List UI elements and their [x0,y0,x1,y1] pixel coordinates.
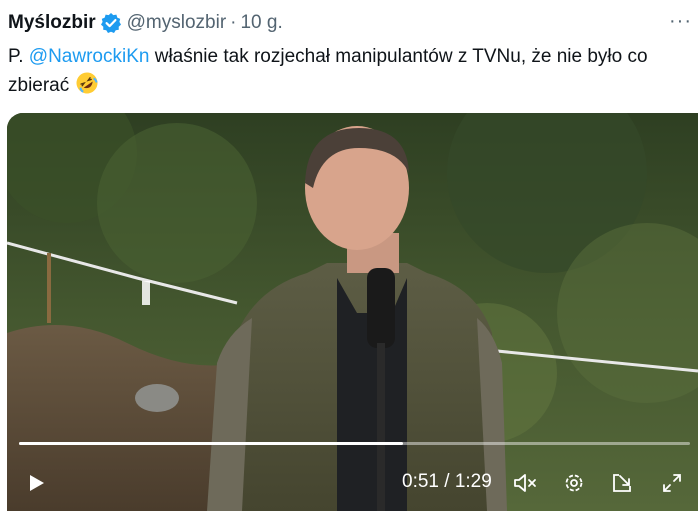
video-timecode: 0:51 / 1:29 [402,471,492,493]
author-handle[interactable]: @myslozbir [127,12,227,34]
tweet-time[interactable]: 10 g. [240,12,282,34]
video-controls: 0:51 / 1:29 [7,466,698,500]
mention-link[interactable]: @NawrockiKn [29,46,150,67]
settings-icon [565,474,583,492]
tweet-text: P. @NawrockiKn właśnie tak rozjechał man… [8,42,698,100]
fullscreen-icon [663,474,681,492]
time-separator: / [438,471,455,492]
rolling-on-floor-laughing-icon [75,71,99,95]
author-name[interactable]: Myślozbir [8,12,96,34]
popout-icon [613,474,631,492]
separator-dot: · [230,12,237,33]
fullscreen-button[interactable] [655,466,689,500]
video-frame [7,113,698,511]
volume-muted-icon [514,474,536,492]
mute-button[interactable] [509,466,543,500]
progress-bar[interactable] [19,442,690,445]
tweet-text-prefix: P. [8,46,29,67]
popout-button[interactable] [605,466,639,500]
play-icon [30,475,44,491]
settings-button[interactable] [557,466,591,500]
verified-badge-icon[interactable] [100,12,122,34]
more-options-icon[interactable]: ··· [669,10,692,33]
video-player[interactable]: 0:51 / 1:29 [7,113,698,511]
progress-fill [19,442,404,445]
duration: 1:29 [454,471,492,492]
tweet-header: Myślozbir @myslozbir · 10 g. ··· [8,10,698,36]
play-button[interactable] [21,466,51,500]
current-time: 0:51 [402,471,439,492]
